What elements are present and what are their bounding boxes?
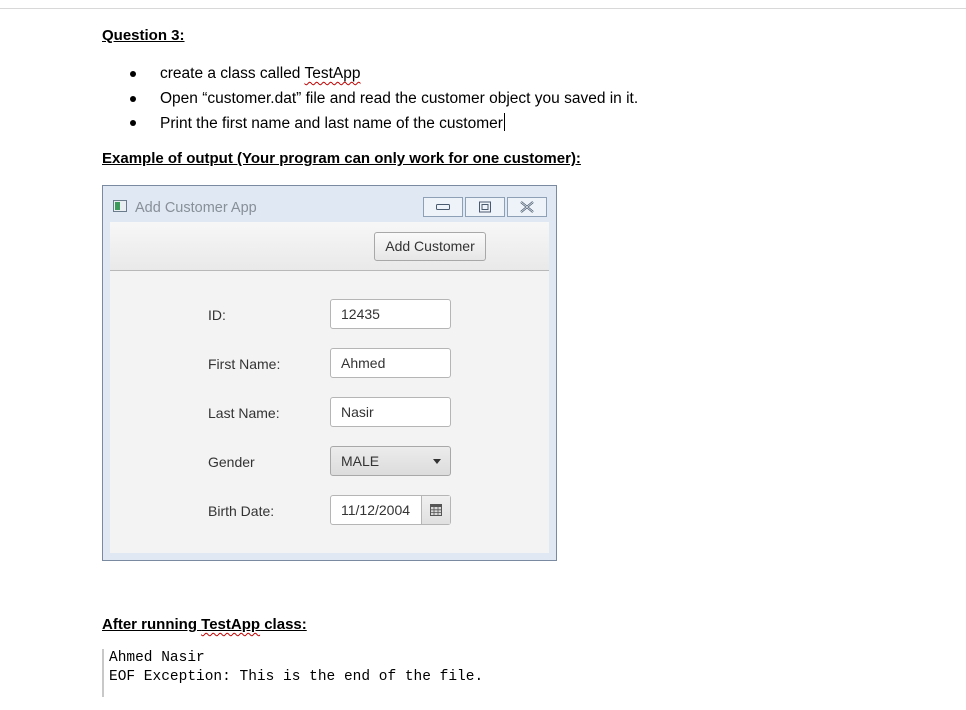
app-icon: [113, 200, 127, 212]
after-running-title: After running TestApp class:: [102, 616, 307, 633]
gender-selected-value: MALE: [341, 453, 380, 469]
window-content: Add Customer ID: 12435 First Name: Ahmed…: [110, 222, 549, 553]
minimize-icon: [436, 204, 450, 210]
text-cursor: [503, 113, 505, 131]
add-customer-button[interactable]: Add Customer: [374, 232, 486, 261]
instruction-item: Print the first name and last name of th…: [102, 113, 638, 138]
birth-date-picker[interactable]: 11/12/2004: [330, 495, 451, 525]
chevron-down-icon: [433, 459, 441, 464]
birth-date-label: Birth Date:: [208, 503, 275, 519]
window-controls: [423, 197, 549, 217]
maximize-icon: [479, 201, 491, 213]
first-name-label: First Name:: [208, 356, 281, 372]
window-title: Add Customer App: [135, 200, 257, 216]
id-field[interactable]: 12435: [330, 299, 451, 329]
after-running-suffix: class:: [260, 616, 307, 633]
minimize-button[interactable]: [423, 197, 463, 217]
instruction-text: create a class called: [160, 65, 305, 82]
birth-date-value: 11/12/2004: [341, 502, 411, 518]
question-title: Question 3:: [102, 27, 185, 44]
calendar-icon: [430, 504, 442, 516]
gender-label: Gender: [208, 454, 255, 470]
window-titlebar[interactable]: Add Customer App: [103, 186, 556, 222]
class-name-text: TestApp: [304, 65, 361, 82]
calendar-button[interactable]: [421, 496, 450, 524]
last-name-field[interactable]: Nasir: [330, 397, 451, 427]
last-name-label: Last Name:: [208, 405, 280, 421]
add-customer-window: Add Customer App Add Customer ID: 12435 …: [102, 185, 557, 561]
maximize-button[interactable]: [465, 197, 505, 217]
first-name-field[interactable]: Ahmed: [330, 348, 451, 378]
close-icon: [520, 201, 534, 213]
after-running-prefix: After running: [102, 616, 202, 633]
instruction-item: create a class called TestApp: [102, 64, 638, 89]
class-name-text: TestApp: [201, 616, 261, 633]
close-button[interactable]: [507, 197, 547, 217]
toolbar: Add Customer: [110, 222, 549, 271]
instruction-text: Open “customer.dat” file and read the cu…: [160, 89, 639, 107]
gender-dropdown[interactable]: MALE: [330, 446, 451, 476]
instruction-list: create a class called TestApp Open “cust…: [102, 64, 638, 138]
console-line: Ahmed Nasir: [109, 650, 205, 666]
page-top-edge: [0, 0, 966, 9]
example-title: Example of output (Your program can only…: [102, 150, 581, 167]
instruction-item: Open “customer.dat” file and read the cu…: [102, 89, 638, 114]
console-output: Ahmed Nasir EOF Exception: This is the e…: [102, 649, 529, 697]
instruction-text: Print the first name and last name of th…: [160, 115, 503, 132]
id-label: ID:: [208, 307, 226, 323]
console-line: EOF Exception: This is the end of the fi…: [109, 669, 484, 685]
